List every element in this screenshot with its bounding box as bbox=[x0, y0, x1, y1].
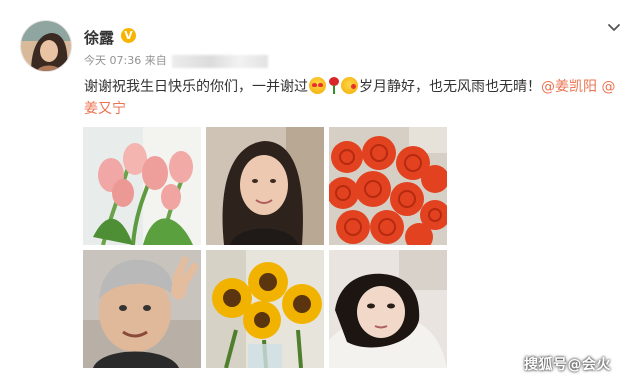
post-text-after: 岁月静好，也无风雨也无晴！ bbox=[359, 79, 541, 95]
avatar[interactable] bbox=[20, 20, 72, 72]
kiss-face-icon bbox=[341, 77, 358, 94]
post-text: 谢谢祝我生日快乐的你们，一并谢过 岁月静好，也无风雨也无晴！@姜凯阳 @姜又宁 bbox=[84, 76, 624, 120]
weibo-post-card: 徐露 V 今天 07:36 来自 谢谢祝我生日快乐的你们，一并谢过 岁月静好，也无… bbox=[0, 0, 640, 384]
woman-selfie-photo[interactable] bbox=[206, 127, 324, 245]
sunflowers-photo[interactable] bbox=[206, 250, 324, 368]
mention-link[interactable]: @姜凯阳 bbox=[541, 79, 597, 95]
watermark-text: 搜狐号@会火 bbox=[524, 357, 611, 373]
post-meta: 今天 07:36 来自 bbox=[84, 52, 269, 68]
blurred-source bbox=[172, 54, 269, 68]
post-text-main: 谢谢祝我生日快乐的你们，一并谢过 bbox=[84, 79, 308, 95]
rose-icon bbox=[328, 77, 339, 94]
man-selfie-photo[interactable] bbox=[83, 250, 201, 368]
chevron-down-icon[interactable] bbox=[606, 20, 622, 36]
verified-badge-icon: V bbox=[121, 28, 136, 43]
girl-selfie-photo[interactable] bbox=[329, 250, 447, 368]
tulips-photo[interactable] bbox=[83, 127, 201, 245]
username[interactable]: 徐露 bbox=[84, 27, 114, 48]
heart-eyes-icon bbox=[309, 77, 326, 94]
roses-photo[interactable] bbox=[329, 127, 447, 245]
post-source-label: 来自 bbox=[144, 54, 167, 67]
post-time[interactable]: 今天 07:36 bbox=[84, 54, 141, 67]
